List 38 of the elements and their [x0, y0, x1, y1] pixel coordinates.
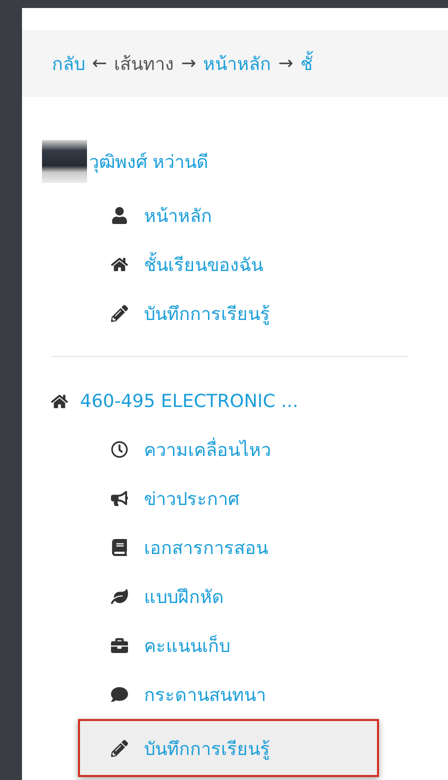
nav-item[interactable]: เอกสารการสอน: [108, 523, 448, 572]
nav-item[interactable]: ข่าวประกาศ: [108, 474, 448, 523]
breadcrumb-arrow: →: [278, 53, 294, 74]
nav-item[interactable]: ความเคลื่อนไหว: [108, 425, 448, 474]
nav-item[interactable]: คะแนนเก็บ: [108, 621, 448, 670]
nav-item[interactable]: แบบฝึกหัด: [108, 572, 448, 621]
speech-bubble-icon: [108, 686, 130, 703]
course-title-link[interactable]: 460-495 ELECTRONIC ...: [80, 390, 298, 412]
nav-label: บันทึกการเรียนรู้: [144, 738, 270, 762]
nav-label: แบบฝึกหัด: [144, 586, 224, 610]
briefcase-icon: [108, 637, 130, 654]
nav-item[interactable]: หน้าหลัก: [108, 191, 448, 240]
nav-item[interactable]: บันทึกการเรียนรู้: [108, 289, 448, 338]
home-icon: [108, 256, 130, 273]
nav-item[interactable]: บันทึกการเรียนรู้: [78, 719, 379, 777]
nav-label: กระดานสนทนา: [144, 684, 266, 708]
breadcrumb-text: เส้นทาง: [114, 53, 174, 77]
breadcrumb-link[interactable]: กลับ: [52, 49, 85, 78]
nav-label: หน้าหลัก: [144, 205, 212, 229]
leaf-icon: [108, 588, 130, 605]
pencil-icon: [108, 305, 130, 322]
nav-label: บันทึกการเรียนรู้: [144, 303, 270, 327]
nav-item[interactable]: กระดานสนทนา: [108, 670, 448, 719]
breadcrumb-link[interactable]: ชั้: [300, 49, 312, 78]
nav-label: ข่าวประกาศ: [144, 488, 239, 512]
user-name-link[interactable]: วุฒิพงศ์ หว่านดี: [89, 147, 209, 176]
megaphone-icon: [108, 490, 130, 507]
nav-label: เอกสารการสอน: [144, 537, 268, 561]
nav-label: ชั้นเรียนของฉัน: [144, 250, 263, 279]
pencil-icon: [108, 740, 130, 756]
avatar-photo-placeholder: [42, 140, 87, 183]
nav-label: คะแนนเก็บ: [144, 634, 230, 659]
breadcrumb-link[interactable]: หน้าหลัก: [203, 49, 272, 78]
home-icon: [48, 392, 70, 410]
breadcrumb-arrow: →: [181, 53, 196, 74]
nav-item[interactable]: ชั้นเรียนของฉัน: [108, 240, 448, 289]
nav-label: ความเคลื่อนไหว: [144, 435, 271, 464]
breadcrumb-arrow: ←: [92, 53, 108, 74]
